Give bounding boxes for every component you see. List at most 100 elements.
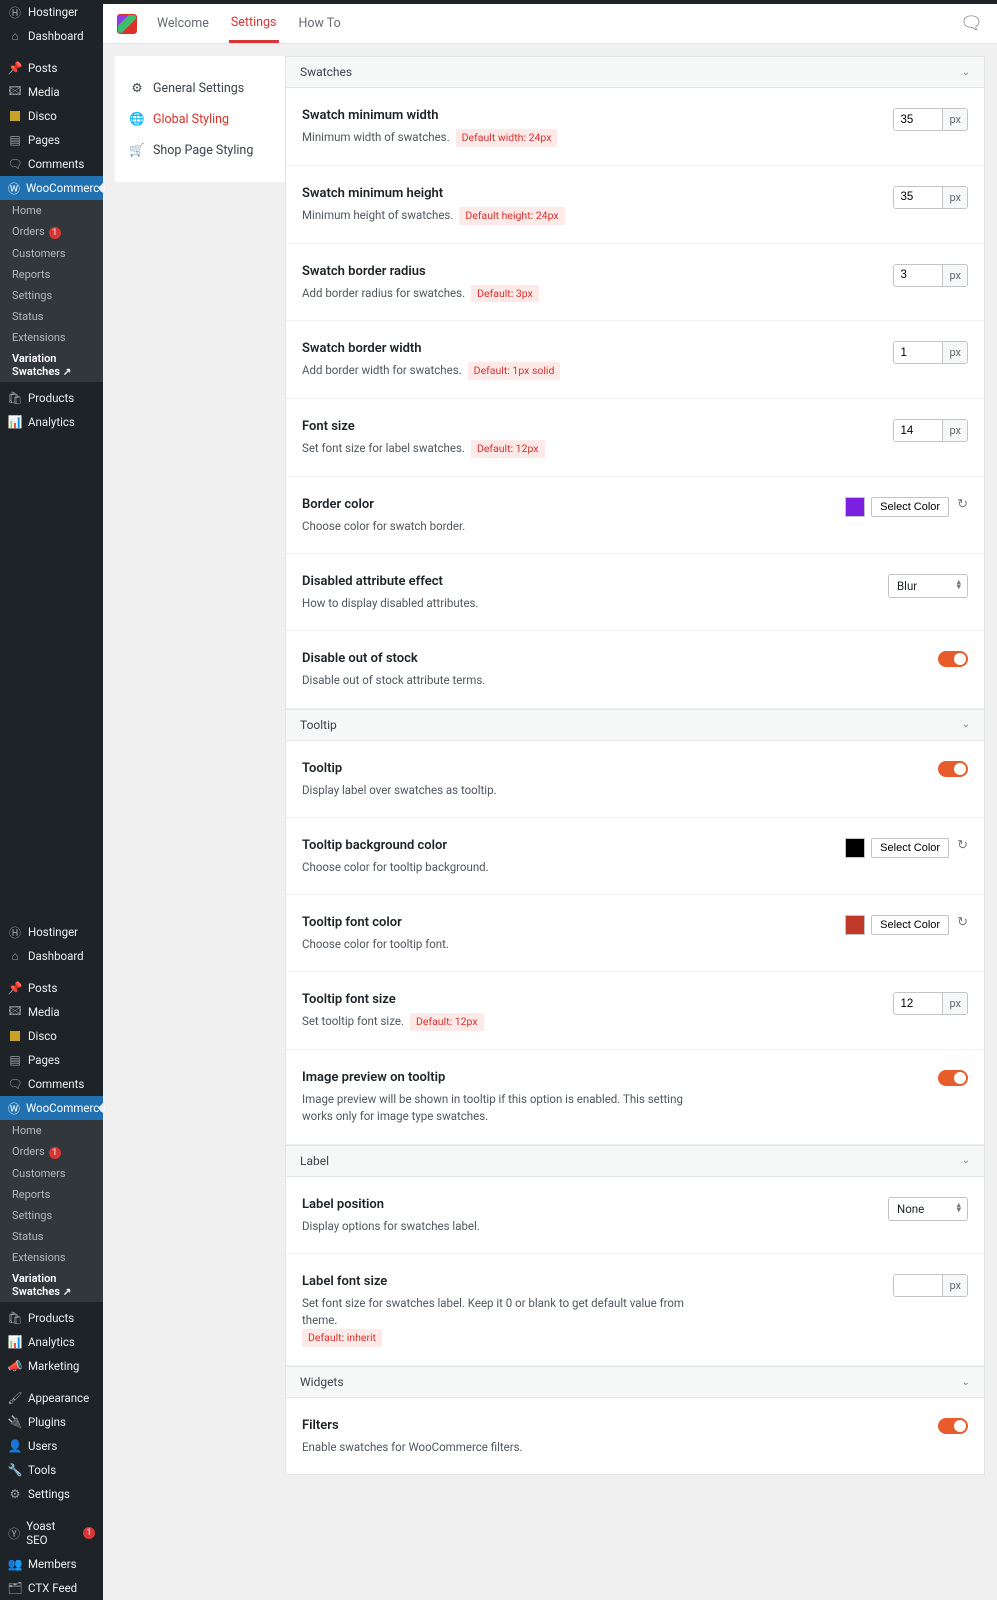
row-tooltip-font-color: Tooltip font color Choose color for tool… (286, 895, 984, 972)
toggle-image-preview[interactable] (938, 1070, 968, 1086)
nav-posts-2[interactable]: 📌Posts (0, 976, 103, 1000)
select-color-button[interactable]: Select Color (871, 497, 949, 517)
tab-howto[interactable]: How To (297, 6, 343, 41)
nav-members[interactable]: 👥Members (0, 1552, 103, 1576)
wc-sub-home-2[interactable]: Home (0, 1120, 103, 1141)
woocommerce-icon: Ⓦ (8, 1101, 20, 1115)
section-swatches[interactable]: Swatches⌄ (286, 57, 984, 88)
toggle-tooltip[interactable] (938, 761, 968, 777)
color-swatch[interactable] (845, 497, 865, 517)
nav-users[interactable]: 👤Users (0, 1434, 103, 1458)
chevron-down-icon: ⌄ (962, 719, 970, 730)
nav-disco[interactable]: Disco (0, 104, 103, 128)
nav-plugins[interactable]: 🔌Plugins (0, 1410, 103, 1434)
wc-sub-orders[interactable]: Orders1 (0, 221, 103, 243)
wc-sub-variation-swatches[interactable]: Variation Swatches↗ (0, 348, 103, 382)
row-desc: Minimum width of swatches.Default width:… (302, 129, 712, 147)
toggle-filters[interactable] (938, 1418, 968, 1434)
color-swatch[interactable] (845, 838, 865, 858)
nav-products-2[interactable]: 🛍Products (0, 1306, 103, 1330)
nav-hostinger[interactable]: ⒽHostinger (0, 0, 103, 24)
nav-comments-2[interactable]: 🗨Comments (0, 1072, 103, 1096)
nav-general-settings[interactable]: ⚙General Settings (115, 72, 285, 104)
wc-sub-status[interactable]: Status (0, 306, 103, 327)
nav-posts[interactable]: 📌Posts (0, 56, 103, 80)
wc-sub-status-2[interactable]: Status (0, 1226, 103, 1247)
nav-media[interactable]: 🖾Media (0, 80, 103, 104)
nav-yoast[interactable]: ⓎYoast SEO1 (0, 1514, 103, 1552)
row-border-color: Border color Choose color for swatch bor… (286, 477, 984, 554)
input-min-height[interactable] (894, 187, 942, 208)
row-title: Disabled attribute effect (302, 574, 712, 589)
wc-sub-customers-2[interactable]: Customers (0, 1163, 103, 1184)
reset-icon[interactable]: ↻ (957, 838, 968, 853)
help-icon[interactable]: 🗨 (960, 13, 983, 34)
nav-pages-2[interactable]: ▤Pages (0, 1048, 103, 1072)
select-disabled-effect[interactable]: Blur▴▾ (888, 574, 968, 598)
tab-welcome[interactable]: Welcome (155, 6, 211, 41)
nav-products[interactable]: 🛍Products (0, 386, 103, 410)
select-label-position[interactable]: None▴▾ (888, 1197, 968, 1221)
nav-media-2[interactable]: 🖾Media (0, 1000, 103, 1024)
nav-analytics-2[interactable]: 📊Analytics (0, 1330, 103, 1354)
nav-woocommerce-2[interactable]: ⓌWooCommerce (0, 1096, 103, 1120)
row-desc: Display label over swatches as tooltip. (302, 782, 712, 799)
wc-sub-reports-2[interactable]: Reports (0, 1184, 103, 1205)
wc-sub-variation-swatches-2[interactable]: Variation Swatches↗ (0, 1268, 103, 1302)
nav-tools[interactable]: 🔧Tools (0, 1458, 103, 1482)
plugins-icon: 🔌 (8, 1415, 22, 1429)
nav-comments[interactable]: 🗨Comments (0, 152, 103, 176)
row-label-position: Label position Display options for swatc… (286, 1177, 984, 1254)
nav-settings-main[interactable]: ⚙Settings (0, 1482, 103, 1506)
wc-sub-reports[interactable]: Reports (0, 264, 103, 285)
nav-dashboard-2[interactable]: ⌂Dashboard (0, 944, 103, 968)
hint-badge: Default height: 24px (459, 207, 564, 225)
nav-pages[interactable]: ▤Pages (0, 128, 103, 152)
row-desc: Add border width for swatches.Default: 1… (302, 362, 712, 380)
reset-icon[interactable]: ↻ (957, 915, 968, 930)
nav-marketing[interactable]: 📣Marketing (0, 1354, 103, 1378)
wc-sub-extensions-2[interactable]: Extensions (0, 1247, 103, 1268)
wc-sub-settings[interactable]: Settings (0, 285, 103, 306)
row-title: Tooltip (302, 761, 712, 776)
input-font-size[interactable] (894, 420, 942, 441)
nav-shop-page-styling[interactable]: 🛒Shop Page Styling (115, 135, 285, 166)
settings-icon: ⚙ (8, 1487, 22, 1501)
select-color-button[interactable]: Select Color (871, 838, 949, 858)
color-swatch[interactable] (845, 915, 865, 935)
select-color-button[interactable]: Select Color (871, 915, 949, 935)
nav-hostinger-2[interactable]: ⒽHostinger (0, 920, 103, 944)
input-border-radius[interactable] (894, 265, 942, 286)
input-label-font-size[interactable] (894, 1275, 942, 1296)
input-min-width[interactable] (894, 109, 942, 130)
toggle-disable-oos[interactable] (938, 651, 968, 667)
wc-sub-orders-2[interactable]: Orders1 (0, 1141, 103, 1163)
dashboard-icon: ⌂ (8, 949, 22, 963)
input-border-width[interactable] (894, 342, 942, 363)
nav-global-styling[interactable]: 🌐Global Styling (115, 104, 285, 135)
media-icon: 🖾 (8, 1005, 22, 1019)
wc-sub-extensions[interactable]: Extensions (0, 327, 103, 348)
wc-sub-customers[interactable]: Customers (0, 243, 103, 264)
reset-icon[interactable]: ↻ (957, 497, 968, 512)
hostinger-icon: Ⓗ (8, 925, 22, 939)
nav-appearance[interactable]: 🖌Appearance (0, 1386, 103, 1410)
tab-settings[interactable]: Settings (229, 5, 279, 43)
input-tooltip-font-size[interactable] (894, 993, 942, 1014)
nav-disco-2[interactable]: Disco (0, 1024, 103, 1048)
nav-dashboard[interactable]: ⌂Dashboard (0, 24, 103, 48)
nav-woocommerce[interactable]: ⓌWooCommerce (0, 176, 103, 200)
section-tooltip[interactable]: Tooltip⌄ (286, 709, 984, 741)
hint-badge: Default: 12px (410, 1013, 484, 1031)
nav-ctx-feed[interactable]: 🗂CTX Feed (0, 1576, 103, 1600)
row-desc: Set tooltip font size.Default: 12px (302, 1013, 712, 1031)
nav-analytics[interactable]: 📊Analytics (0, 410, 103, 434)
row-disabled-effect: Disabled attribute effect How to display… (286, 554, 984, 631)
brush-icon: 🖌 (8, 1391, 22, 1405)
section-widgets[interactable]: Widgets⌄ (286, 1366, 984, 1398)
hint-badge: Default: 3px (471, 285, 539, 303)
section-label[interactable]: Label⌄ (286, 1145, 984, 1177)
unit-label: px (942, 1275, 967, 1296)
wc-sub-settings-2[interactable]: Settings (0, 1205, 103, 1226)
wc-sub-home[interactable]: Home (0, 200, 103, 221)
